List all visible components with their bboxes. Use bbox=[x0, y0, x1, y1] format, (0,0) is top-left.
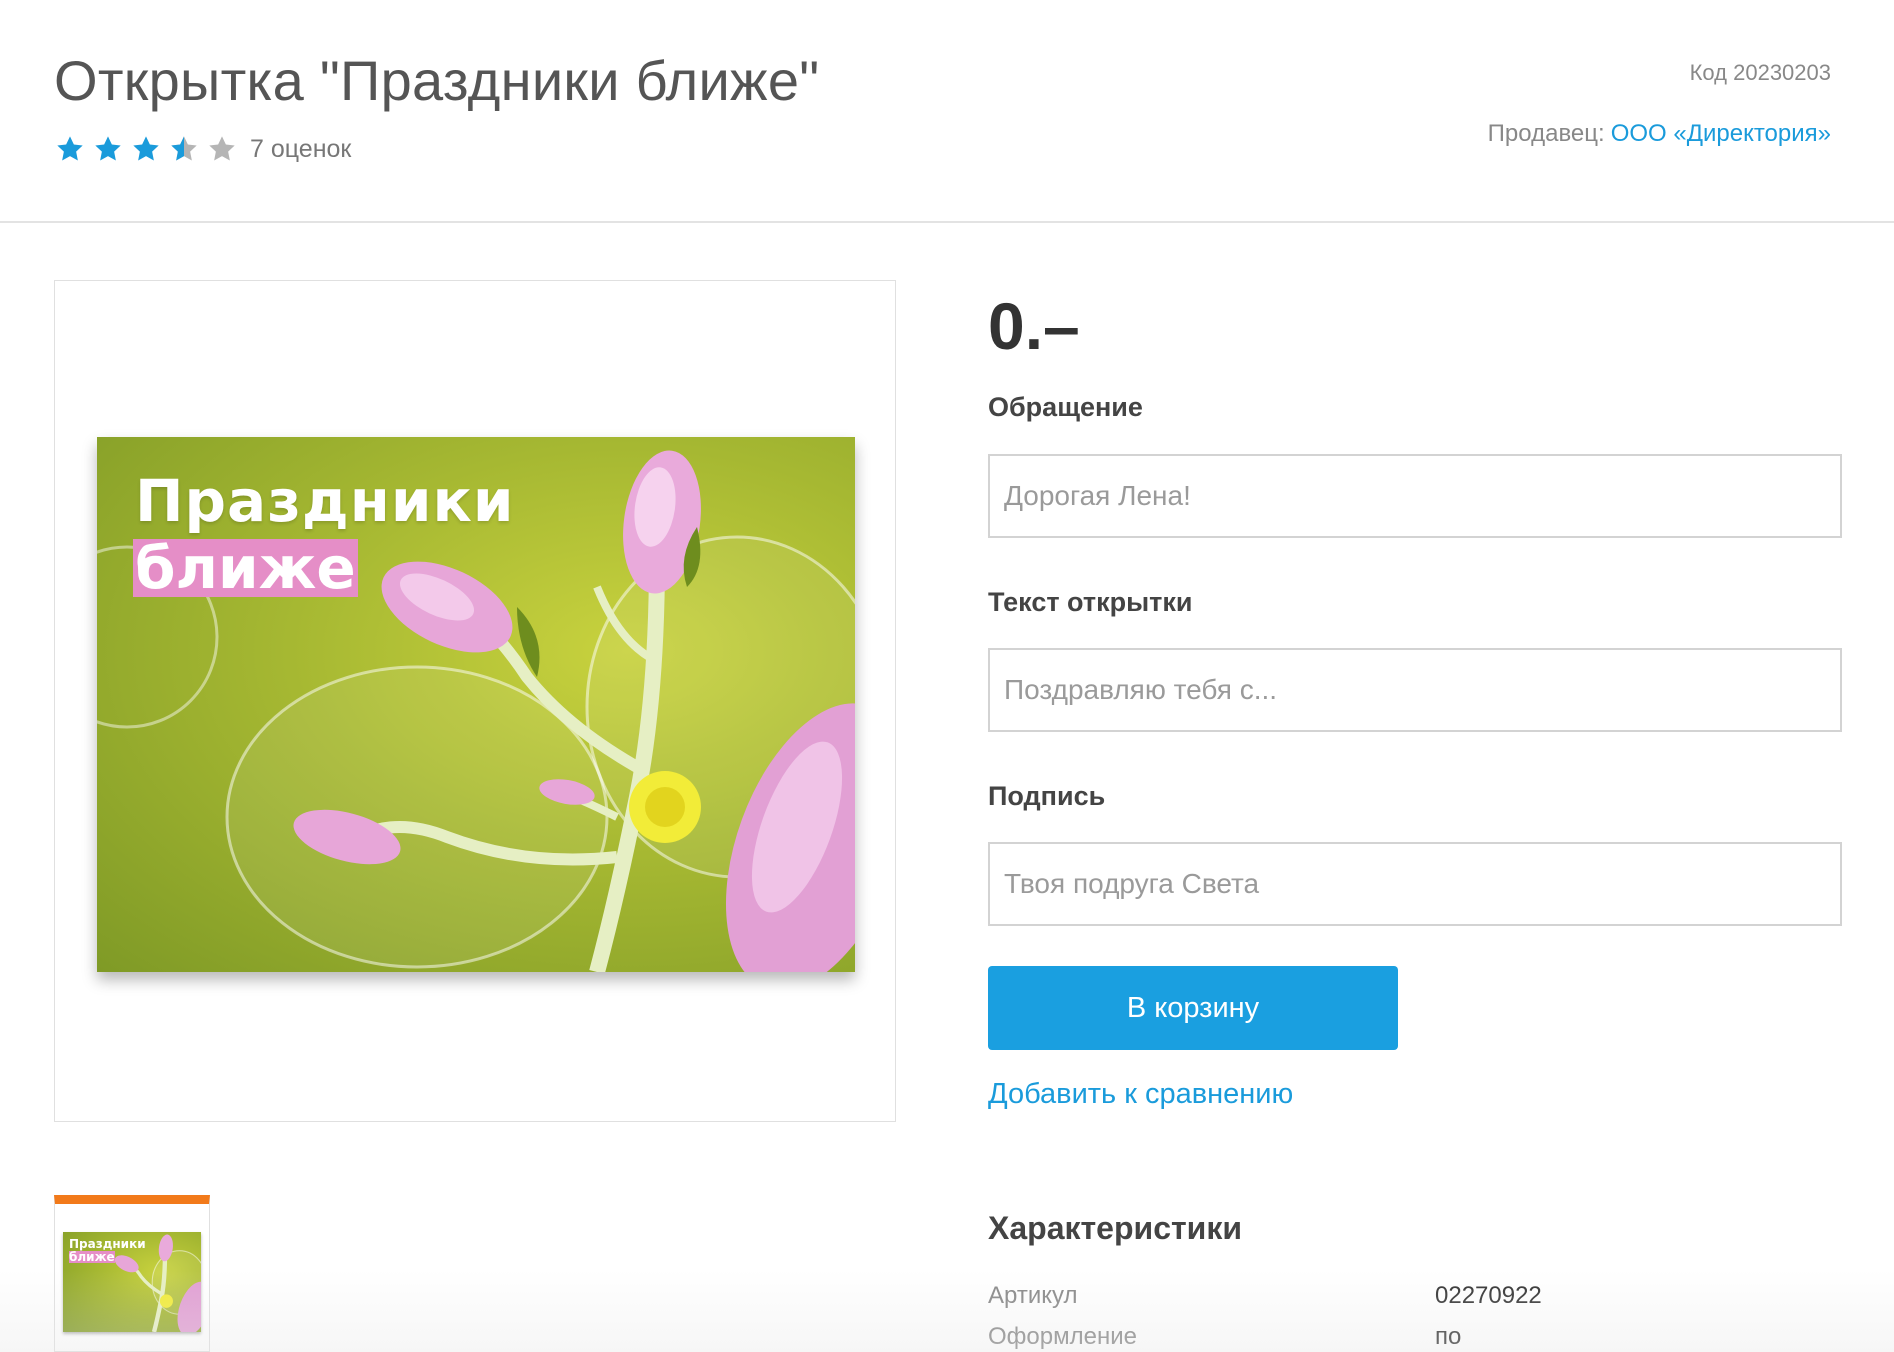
signature-input[interactable] bbox=[988, 842, 1842, 926]
product-price: 0.– bbox=[988, 289, 1080, 363]
postcard-image: Праздники ближе bbox=[97, 437, 855, 972]
rating[interactable]: 7 оценок bbox=[54, 132, 351, 166]
signature-label: Подпись bbox=[988, 781, 1106, 811]
spec-value: по bbox=[1435, 1323, 1462, 1350]
spec-name: Оформление bbox=[988, 1323, 1137, 1350]
thumbnail-image: Праздники ближе bbox=[63, 1232, 201, 1332]
star-full-icon bbox=[130, 133, 162, 165]
spec-row: Артикул 02270922 bbox=[988, 1282, 1688, 1316]
star-full-icon bbox=[54, 133, 86, 165]
star-empty-icon bbox=[206, 133, 238, 165]
seller-link[interactable]: ООО «Директория» bbox=[1611, 120, 1831, 147]
postcard-title-line2: ближе bbox=[133, 534, 358, 602]
card-text-input[interactable] bbox=[988, 648, 1842, 732]
thumbnail-active[interactable]: Праздники ближе bbox=[54, 1195, 210, 1352]
specs-title: Характеристики bbox=[988, 1210, 1243, 1246]
rating-count[interactable]: 7 оценок bbox=[250, 135, 351, 164]
product-header: Открытка "Праздники ближе" 7 оценок Код … bbox=[0, 0, 1894, 223]
product-page: Открытка "Праздники ближе" 7 оценок Код … bbox=[0, 0, 1894, 1352]
add-to-cart-button[interactable]: В корзину bbox=[988, 966, 1398, 1050]
spec-name: Артикул bbox=[988, 1282, 1078, 1309]
spec-value: 02270922 bbox=[1435, 1282, 1542, 1309]
star-half-icon bbox=[168, 133, 200, 165]
thumbnail-title-line2: ближе bbox=[69, 1250, 115, 1264]
thumbnail-title-line1: Праздники bbox=[69, 1237, 146, 1251]
card-text-label: Текст открытки bbox=[988, 587, 1193, 617]
add-to-compare-link[interactable]: Добавить к сравнению bbox=[988, 1078, 1293, 1111]
greeting-label: Обращение bbox=[988, 392, 1143, 422]
greeting-input[interactable] bbox=[988, 454, 1842, 538]
seller-label: Продавец: bbox=[1487, 120, 1605, 147]
main-product-image[interactable]: Праздники ближе bbox=[54, 280, 896, 1122]
page-title: Открытка "Праздники ближе" bbox=[54, 49, 820, 112]
postcard-title-line1: Праздники bbox=[135, 467, 515, 535]
spec-row: Оформление по bbox=[988, 1323, 1688, 1352]
product-code: Код 20230203 bbox=[1689, 60, 1831, 85]
seller-info: Продавец: ООО «Директория» bbox=[1488, 120, 1831, 148]
star-full-icon bbox=[92, 133, 124, 165]
